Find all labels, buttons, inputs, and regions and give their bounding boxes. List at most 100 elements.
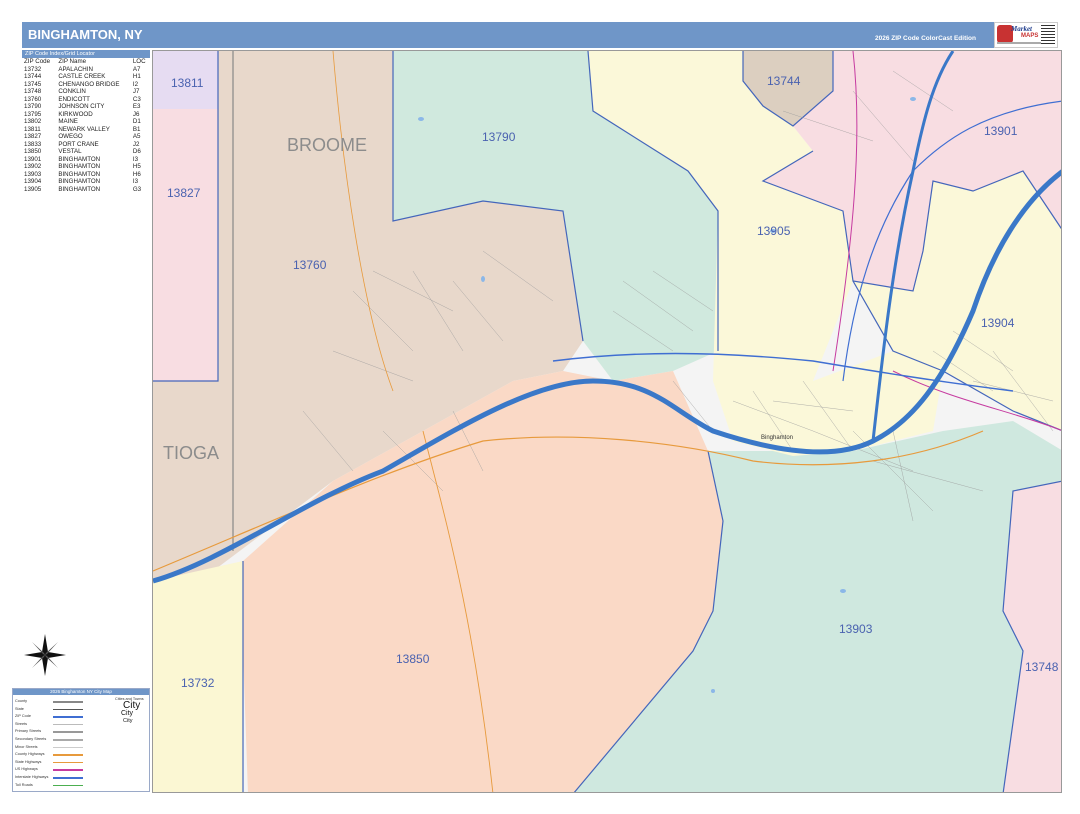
zip-index-name: CASTLE CREEK (58, 73, 106, 80)
zip-region-13827 (153, 109, 218, 381)
legend-row: Secondary Streets (15, 737, 47, 741)
legend-line-swatch (53, 708, 83, 711)
zip-index-name: MAINE (58, 118, 78, 125)
zip-index-row: 13902 BINGHAMTON H5 (22, 163, 150, 171)
zip-index-name: ENDICOTT (58, 95, 90, 103)
zip-index-loc: D6 (132, 148, 141, 155)
zip-index-col-name: ZIP Name (58, 58, 87, 65)
zip-index-code: 13790 (24, 103, 42, 110)
zip-index-name: BINGHAMTON (58, 163, 101, 170)
compass-rose-icon (24, 634, 66, 676)
zip-index-loc: G3 (132, 185, 142, 193)
legend-line-swatch (53, 761, 83, 764)
zip-index-loc: A5 (132, 133, 141, 140)
zip-index-loc: H6 (132, 170, 141, 178)
zip-index-name: BINGHAMTON (58, 185, 101, 193)
legend-row: State Highways (15, 759, 42, 764)
map-legend: 2026 Binghamton NY City Map County State Z… (12, 688, 150, 792)
zip-index-name: OWEGO (58, 133, 83, 140)
zip-index-row: 13905 BINGHAMTON G3 (22, 186, 150, 194)
zip-index-code: 13902 (24, 163, 42, 170)
legend-line-swatch (53, 731, 83, 733)
zip-index-name: BINGHAMTON (58, 155, 101, 163)
zip-index-name: CONKLIN (58, 88, 86, 95)
legend-line-swatch (53, 739, 83, 741)
zip-index-code: 13901 (24, 155, 42, 163)
zip-index-loc: I2 (132, 80, 139, 88)
zip-index-code: 13850 (24, 148, 42, 155)
zip-index-loc: I3 (132, 178, 139, 185)
zip-label-13748: 13748 (1025, 660, 1059, 674)
zip-label-13901: 13901 (984, 124, 1018, 138)
zip-index-col-loc: LOC (132, 58, 146, 65)
legend-city-large: City (123, 700, 141, 711)
zip-label-13811: 13811 (171, 76, 204, 90)
zip-index-code: 13904 (24, 178, 42, 185)
zip-index-row: 13901 BINGHAMTON I3 (22, 156, 150, 164)
zip-index-title: ZIP Code Index/Grid Locator (22, 50, 150, 58)
legend-title: 2026 Binghamton NY City Map (13, 689, 149, 695)
zip-index-code: 13744 (24, 73, 42, 80)
logo-maps-text: MAPS (1021, 33, 1039, 39)
zip-index-code: 13811 (24, 125, 41, 133)
legend-row: US Highways (15, 767, 38, 772)
legend-row: Interstate Highways (15, 775, 49, 779)
edition-label: 2026 ZIP Code ColorCast Edition (874, 35, 976, 42)
zip-index-name: NEWARK VALLEY (58, 125, 110, 133)
legend-line-swatch (53, 701, 83, 703)
zip-index-row: 13795 KIRKWOOD J6 (22, 111, 150, 119)
zip-index-code: 13903 (24, 170, 42, 178)
zip-index-code: 13802 (24, 118, 42, 125)
zip-index-code: 13833 (24, 140, 42, 148)
county-label-broome: BROOME (287, 135, 367, 155)
zip-index-row: 13744 CASTLE CREEK H1 (22, 73, 150, 81)
legend-line-swatch (53, 716, 83, 718)
city-label-binghamton: Binghamton (761, 435, 793, 441)
zip-label-13850: 13850 (396, 652, 430, 666)
legend-row: Minor Streets (15, 744, 38, 749)
zip-index-loc: C3 (132, 95, 141, 103)
zip-index-loc: J6 (132, 110, 140, 118)
zip-index-name: KIRKWOOD (58, 110, 93, 118)
legend-row: Streets (15, 721, 28, 726)
zip-index-name: PORT CRANE (58, 140, 99, 148)
legend-city-medium: City (121, 710, 134, 717)
legend-row: County Highways (15, 752, 45, 757)
zip-index-name: CHENANGO BRIDGE (58, 80, 120, 88)
zip-index-name: VESTAL (58, 148, 82, 155)
logo-stripes (1041, 25, 1055, 45)
zip-index-name: BINGHAMTON (58, 178, 101, 185)
zip-index-loc: D1 (132, 118, 141, 125)
zip-label-13905: 13905 (757, 224, 791, 238)
zip-index-row: 13827 OWEGO A5 (22, 133, 150, 141)
zip-index-loc: E3 (132, 103, 141, 110)
legend-row: Toll Roads (15, 782, 33, 787)
zip-index-code: 13795 (24, 110, 42, 118)
map-area: BROOME TIOGA 13811 13744 13790 13901 138… (152, 50, 1062, 793)
legend-row: State (15, 706, 24, 711)
zip-index-table: ZIP Code ZIP Name LOC 13732 APALACHIN A7 13… (22, 58, 150, 193)
zip-index-row: 13790 JOHNSON CITY E3 (22, 103, 150, 111)
zip-index-loc: A7 (132, 65, 141, 73)
legend-row: ZIP Code (15, 714, 31, 719)
zip-index-code: 13732 (24, 65, 42, 73)
legend-city-small: City (123, 718, 133, 724)
zip-index-name: JOHNSON CITY (58, 103, 105, 110)
zip-index-code: 13905 (24, 185, 42, 193)
zip-index-row: 13904 BINGHAMTON I3 (22, 178, 150, 186)
zip-index-row: 13833 PORT CRANE J2 (22, 141, 150, 149)
zip-index-row: 13732 APALACHIN A7 (22, 66, 150, 74)
zip-index-code: 13748 (24, 88, 42, 95)
zip-index-row: 13748 CONKLIN J7 (22, 88, 150, 96)
zip-index-loc: I3 (132, 155, 139, 163)
zip-index-loc: J7 (132, 88, 140, 95)
legend-line-swatch (53, 754, 83, 756)
legend-line-swatch (53, 777, 83, 779)
zip-index-name: APALACHIN (58, 65, 93, 73)
zip-label-13903: 13903 (839, 622, 873, 636)
zip-label-13760: 13760 (293, 258, 327, 272)
zip-index-loc: J2 (132, 140, 140, 148)
zip-label-13744: 13744 (767, 74, 801, 88)
legend-line-swatch (53, 723, 83, 726)
legend-row: Primary Streets (15, 729, 42, 734)
